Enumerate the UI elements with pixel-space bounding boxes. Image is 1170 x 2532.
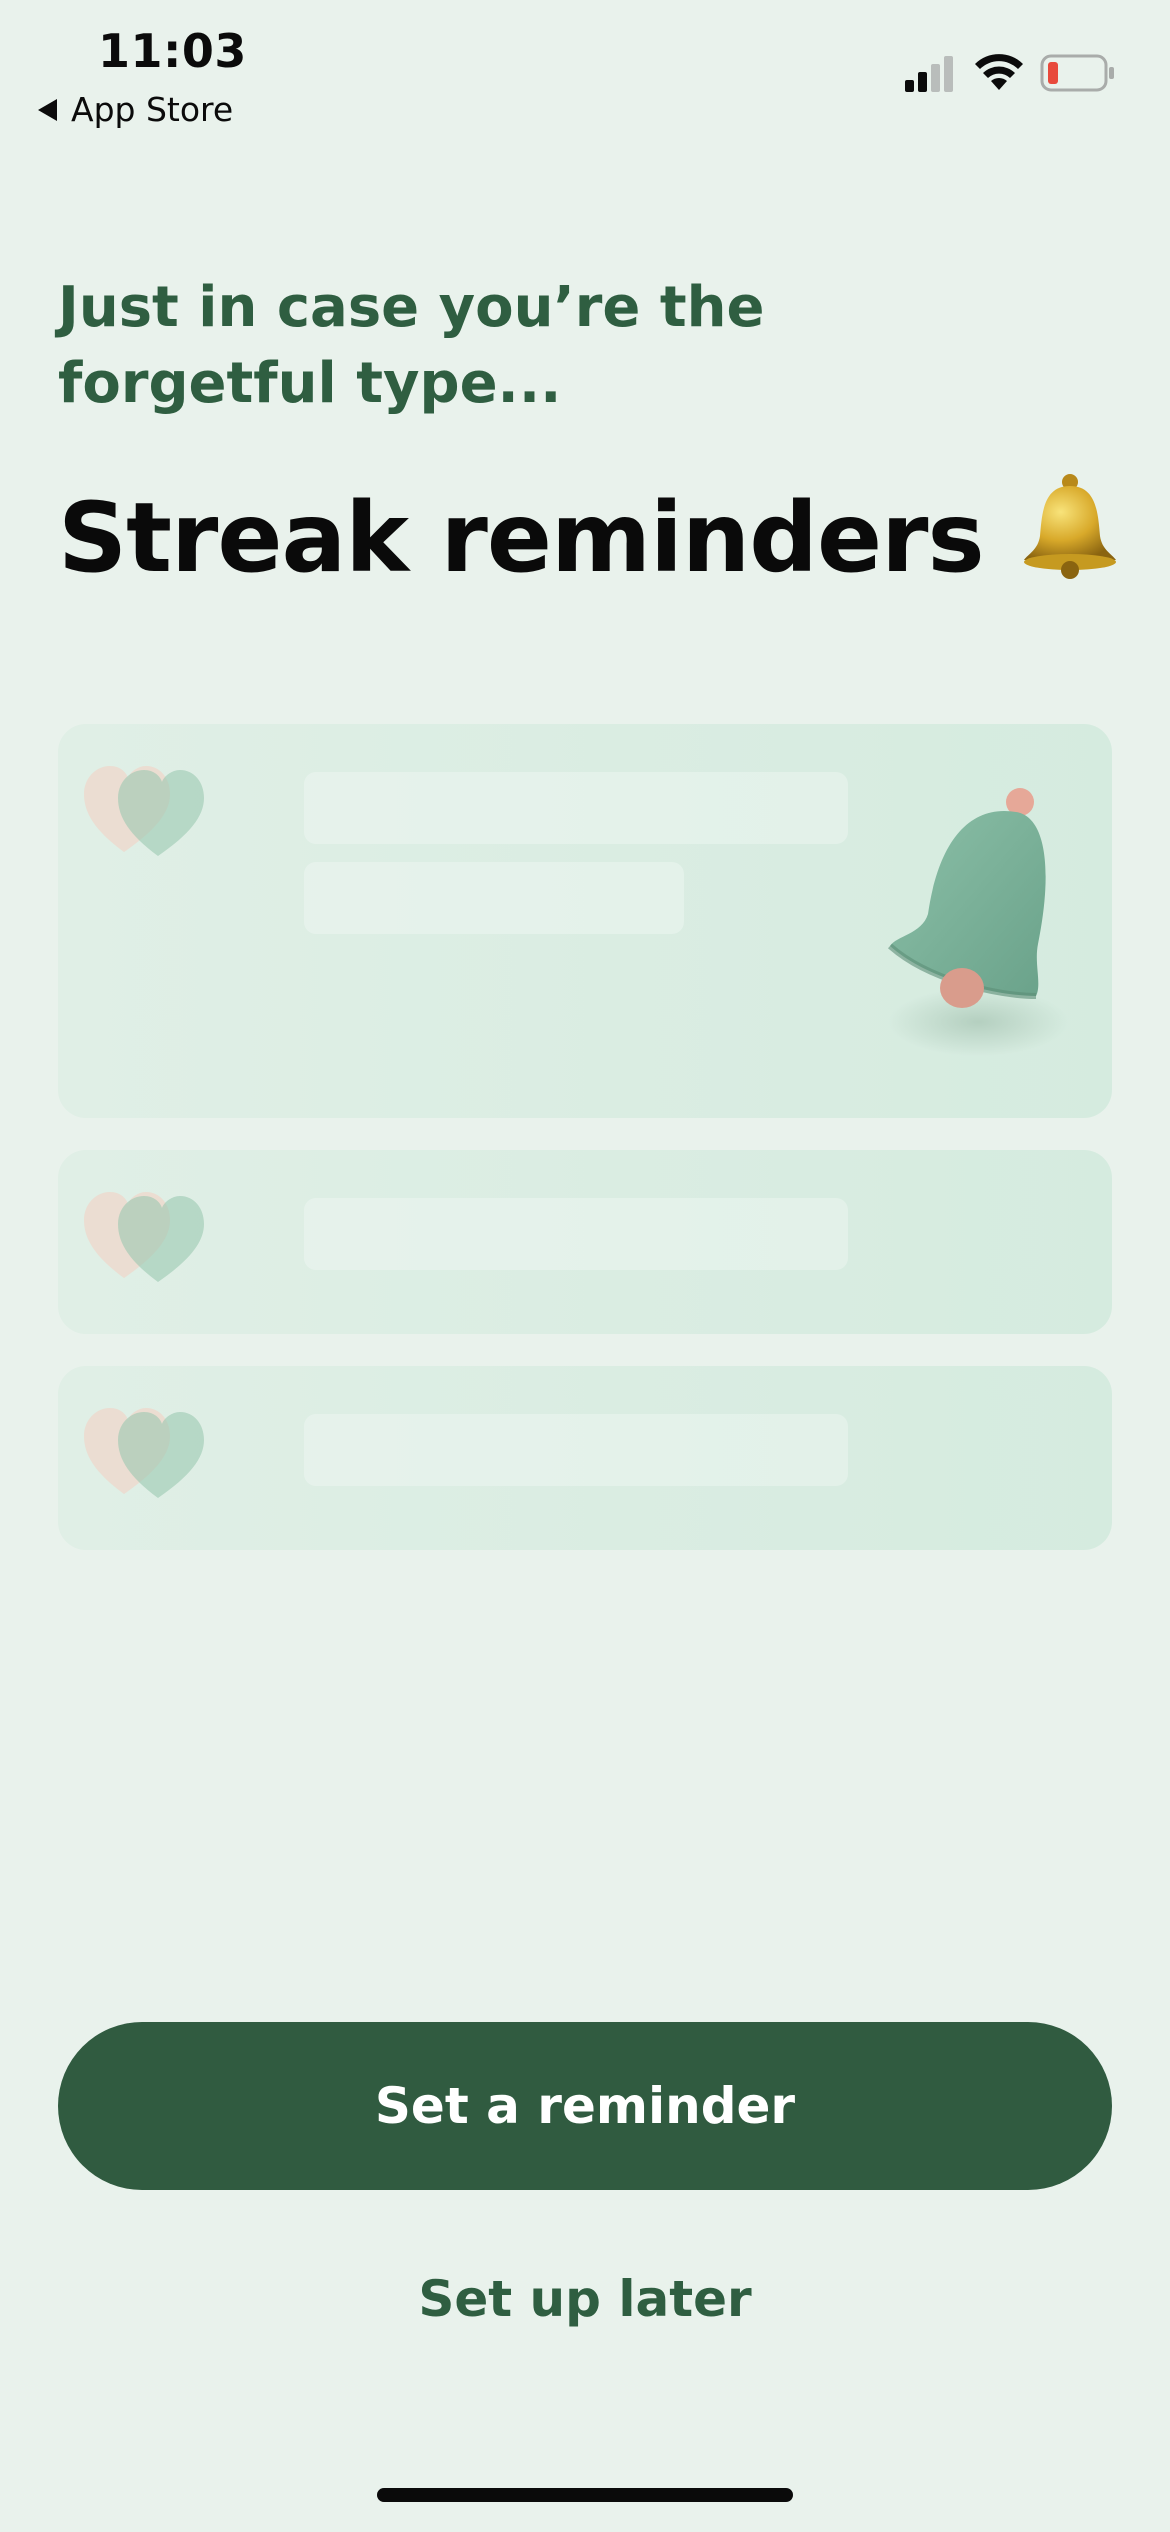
hearts-icon xyxy=(84,1192,204,1282)
set-reminder-button[interactable]: Set a reminder xyxy=(58,2022,1112,2190)
subtitle: Just in case you’re the forgetful type..… xyxy=(58,270,958,422)
signal-icon xyxy=(905,56,953,92)
wifi-icon xyxy=(975,54,1023,90)
status-time: 11:03 xyxy=(98,24,247,78)
back-to-app-store[interactable]: App Store xyxy=(38,90,233,129)
reminder-card-3 xyxy=(58,1366,1112,1550)
set-up-later-button[interactable]: Set up later xyxy=(0,2270,1170,2328)
bell-illustration xyxy=(888,788,1068,1056)
page-title-text: Streak reminders xyxy=(58,481,985,594)
reminder-card-2 xyxy=(58,1150,1112,1334)
reminder-card-1 xyxy=(58,724,1112,1118)
placeholder-bar xyxy=(304,772,848,844)
placeholder-bar xyxy=(304,862,684,934)
page-title: Streak reminders xyxy=(58,470,1126,605)
home-indicator[interactable] xyxy=(377,2488,793,2502)
back-label: App Store xyxy=(71,90,234,129)
bell-emoji-icon xyxy=(1014,470,1126,605)
placeholder-bar xyxy=(304,1198,848,1270)
hearts-icon xyxy=(84,1408,204,1498)
subtitle-line-1: Just in case you’re the xyxy=(58,275,765,340)
battery-icon xyxy=(1040,54,1114,92)
back-arrow-icon xyxy=(38,98,57,121)
hearts-icon xyxy=(84,766,204,856)
subtitle-line-2: forgetful type... xyxy=(58,351,562,416)
placeholder-bar xyxy=(304,1414,848,1486)
